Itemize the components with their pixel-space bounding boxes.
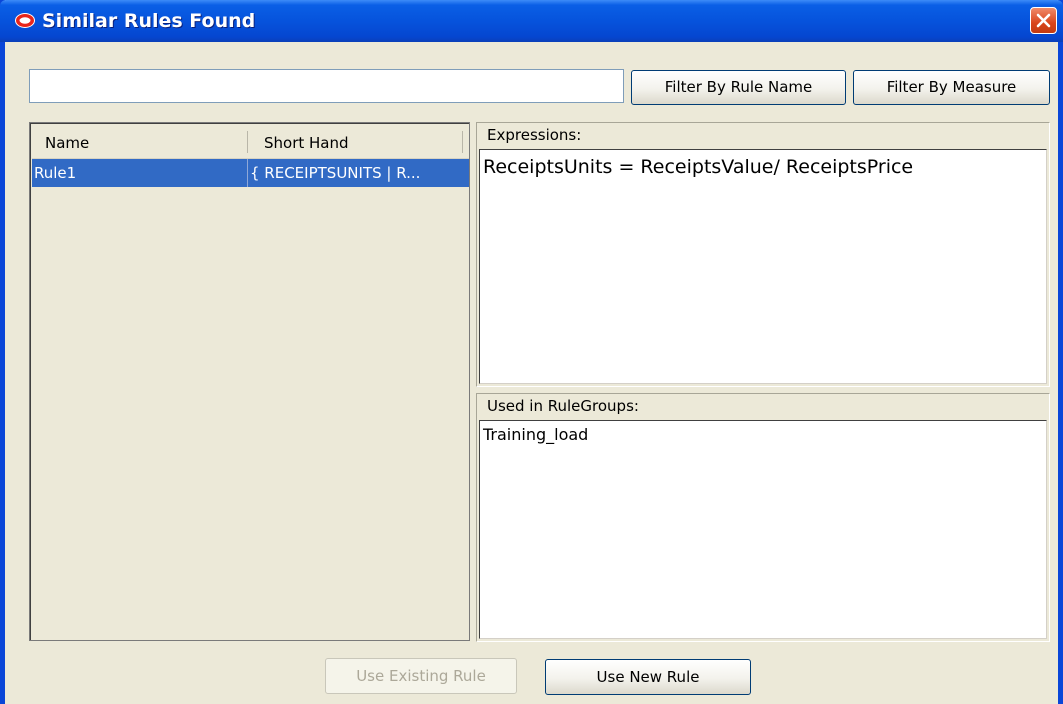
expression-text: ReceiptsUnits = ReceiptsValue/ ReceiptsP… — [483, 156, 914, 178]
cell-divider — [247, 159, 248, 187]
close-icon — [1036, 13, 1051, 28]
rules-table: Name Short Hand Rule1 { RECEIPTSUNITS | … — [29, 122, 470, 641]
use-new-rule-button[interactable]: Use New Rule — [545, 659, 751, 695]
title-bar[interactable]: Similar Rules Found — [0, 0, 1063, 42]
window-frame-left — [0, 0, 5, 704]
column-header-short-hand[interactable]: Short Hand — [264, 125, 464, 158]
expressions-label: Expressions: — [487, 126, 582, 144]
rule-groups-panel: Used in RuleGroups: Training_load — [476, 393, 1050, 642]
close-button[interactable] — [1030, 7, 1057, 34]
rule-groups-text-area[interactable]: Training_load — [479, 420, 1047, 639]
expressions-text-area[interactable]: ReceiptsUnits = ReceiptsValue/ ReceiptsP… — [479, 149, 1047, 384]
table-header: Name Short Hand — [32, 125, 469, 159]
filter-input[interactable] — [29, 69, 624, 103]
window-frame-right — [1058, 0, 1063, 704]
use-existing-rule-button[interactable]: Use Existing Rule — [325, 658, 517, 694]
column-divider[interactable] — [247, 131, 248, 153]
expressions-panel: Expressions: ReceiptsUnits = ReceiptsVal… — [476, 122, 1050, 387]
filter-by-measure-button[interactable]: Filter By Measure — [853, 70, 1050, 105]
column-header-name[interactable]: Name — [45, 125, 245, 158]
column-divider[interactable] — [462, 131, 463, 153]
rule-group-text: Training_load — [483, 425, 589, 444]
similar-rules-dialog: Similar Rules Found Filter By Rule Name … — [0, 0, 1063, 704]
filter-by-rule-name-button[interactable]: Filter By Rule Name — [631, 70, 846, 105]
window-title: Similar Rules Found — [42, 10, 256, 32]
oracle-logo-icon — [15, 13, 35, 28]
table-row[interactable]: Rule1 { RECEIPTSUNITS | R... — [32, 159, 469, 187]
rule-name-cell: Rule1 — [34, 164, 77, 182]
rule-short-hand-cell: { RECEIPTSUNITS | R... — [250, 164, 421, 182]
rule-groups-label: Used in RuleGroups: — [487, 397, 639, 415]
